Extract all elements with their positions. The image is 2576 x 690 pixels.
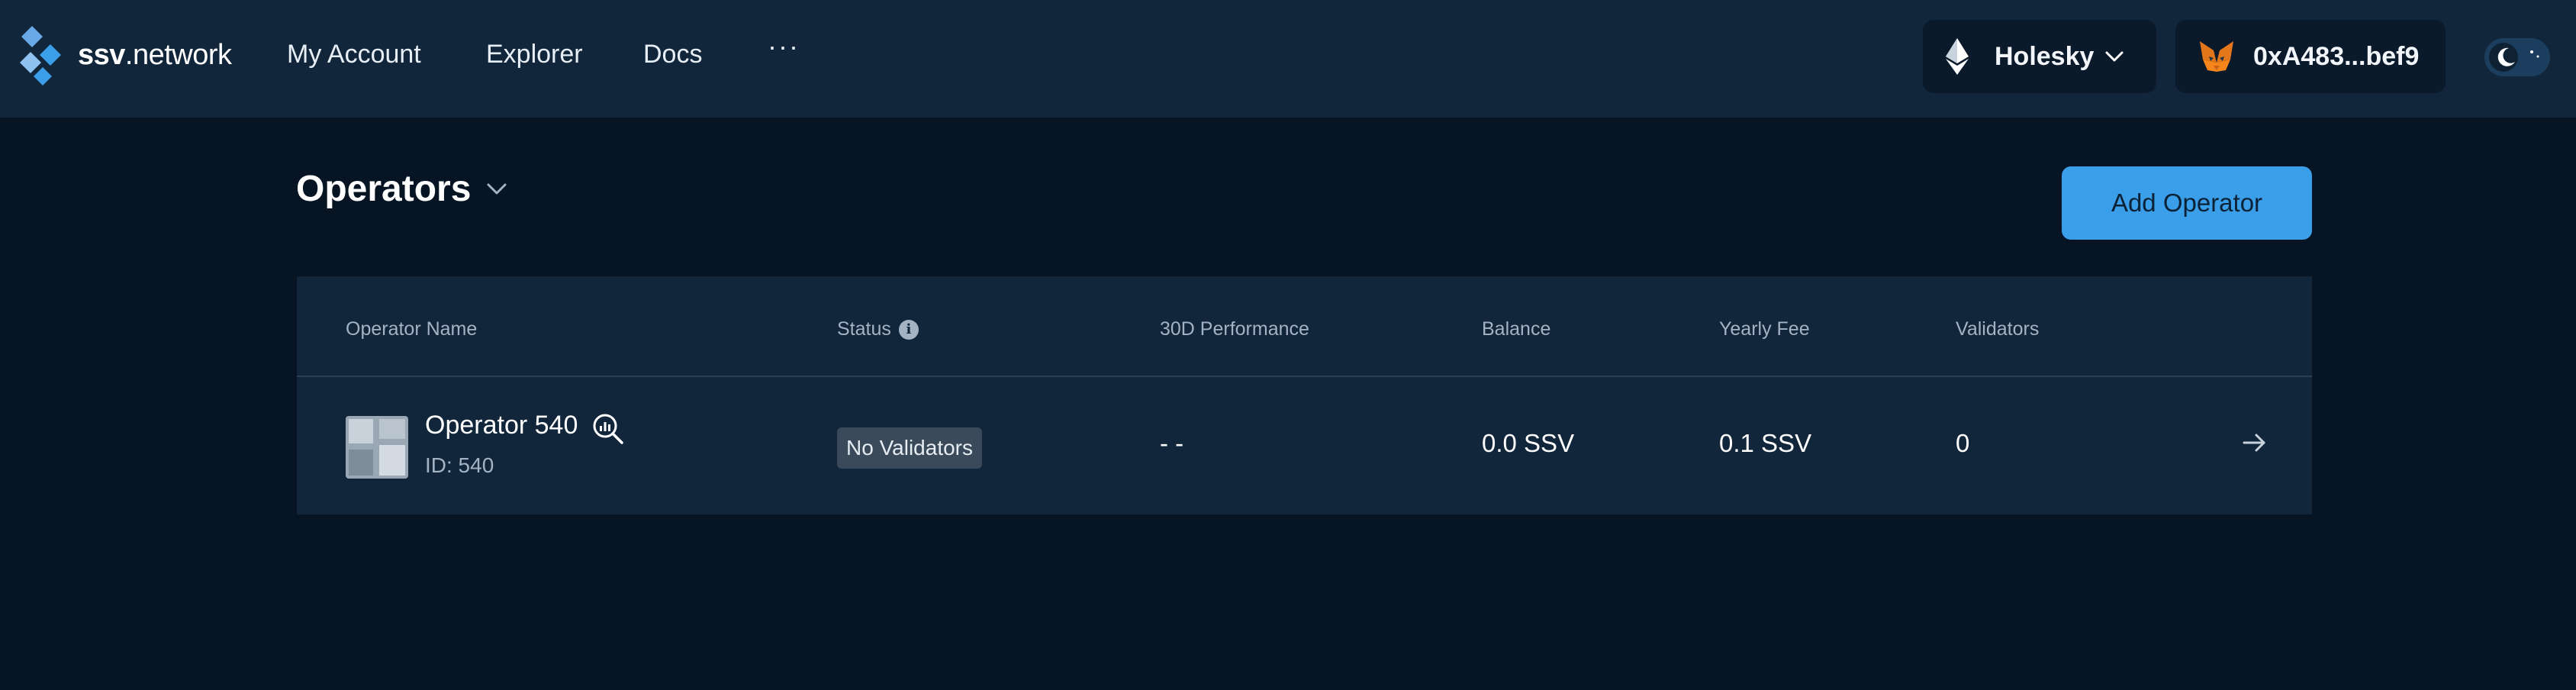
moon-icon <box>2497 47 2515 66</box>
column-header-performance: 30D Performance <box>1160 318 1309 340</box>
nav-my-account[interactable]: My Account <box>287 40 421 69</box>
wallet-address: 0xA483...bef9 <box>2253 41 2420 71</box>
table-header: Operator Name Status i 30D Performance B… <box>297 276 2312 377</box>
ssv-diamond-logo-icon <box>20 23 69 87</box>
network-selector[interactable]: Holesky <box>1923 20 2156 93</box>
nav-explorer[interactable]: Explorer <box>486 40 583 69</box>
column-header-balance: Balance <box>1482 318 1551 340</box>
balance-value: 0.0 SSV <box>1482 429 1575 457</box>
performance-value: - - <box>1160 429 1184 457</box>
page-title-dropdown[interactable]: Operators <box>296 168 507 210</box>
column-header-operator-name: Operator Name <box>346 318 478 340</box>
more-menu-icon[interactable]: ··· <box>768 31 800 63</box>
chevron-down-icon <box>2105 51 2124 62</box>
operators-table: Operator Name Status i 30D Performance B… <box>297 276 2312 514</box>
status-badge: No Validators <box>837 427 983 469</box>
brand-name: ssv.network <box>78 38 232 71</box>
ssv-logo[interactable]: ssv.network <box>20 23 232 87</box>
column-header-yearly-fee: Yearly Fee <box>1719 318 1810 340</box>
theme-toggle[interactable] <box>2484 38 2550 76</box>
ethereum-icon <box>1946 38 1969 75</box>
column-header-validators: Validators <box>1956 318 2040 340</box>
metamask-fox-icon <box>2200 41 2233 72</box>
yearly-fee-value: 0.1 SSV <box>1719 429 1812 457</box>
column-header-status: Status i <box>837 318 919 340</box>
operator-name: Operator 540 <box>425 411 578 440</box>
nav-docs[interactable]: Docs <box>643 40 702 69</box>
wallet-button[interactable]: 0xA483...bef9 <box>2175 20 2446 93</box>
info-icon[interactable]: i <box>898 319 919 340</box>
stars-icon <box>2530 50 2539 58</box>
column-header-label: Status <box>837 318 891 340</box>
page-title: Operators <box>296 169 472 209</box>
top-navbar: ssv.network My Account Explorer Docs ···… <box>0 0 2576 118</box>
operator-avatar <box>346 416 408 479</box>
arrow-right-icon[interactable] <box>2240 427 2270 458</box>
operator-id: ID: 540 <box>425 453 494 477</box>
add-operator-button[interactable]: Add Operator <box>2062 166 2312 240</box>
network-label: Holesky <box>1995 41 2095 71</box>
validators-count: 0 <box>1956 429 1970 457</box>
operator-explorer-search-icon[interactable] <box>591 412 625 446</box>
table-row[interactable]: Operator 540 ID: 540 No Validators - - 0… <box>297 377 2312 514</box>
chevron-down-icon <box>487 183 507 194</box>
